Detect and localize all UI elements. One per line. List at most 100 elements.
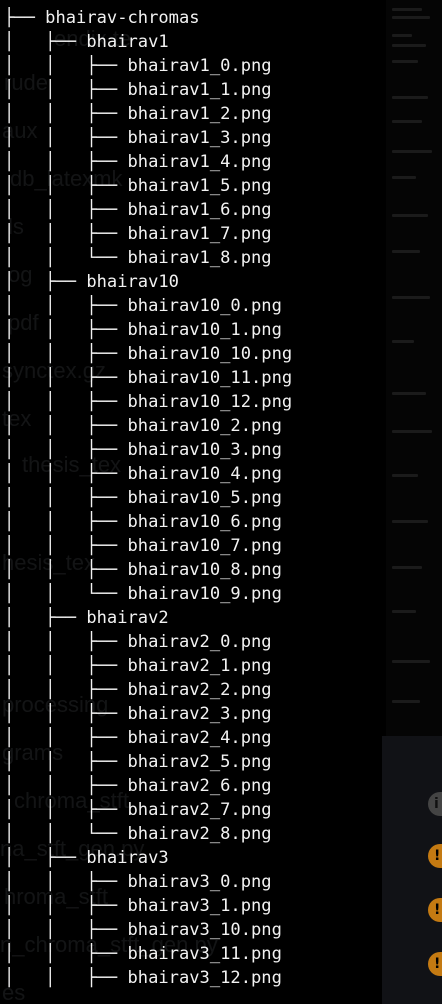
tree-line: │ │ ├── bhairav3_0.png — [4, 870, 400, 894]
tree-branch: │ │ └── — [4, 584, 128, 604]
tree-line: │ │ ├── bhairav10_3.png — [4, 438, 400, 462]
folder-name: bhairav1 — [86, 32, 169, 52]
file-name: bhairav3_0.png — [127, 872, 272, 892]
tree-branch: │ │ ├── — [4, 56, 128, 76]
tree-line: │ │ ├── bhairav2_3.png — [4, 702, 400, 726]
tree-branch: │ │ ├── — [4, 872, 128, 892]
file-name: bhairav2_3.png — [127, 704, 272, 724]
tree-branch: │ ├── — [4, 848, 87, 868]
tree-line: │ │ ├── bhairav2_7.png — [4, 798, 400, 822]
file-name: bhairav1_1.png — [127, 80, 272, 100]
file-name: bhairav10_12.png — [127, 392, 293, 412]
tree-branch: │ │ ├── — [4, 512, 128, 532]
file-name: bhairav1_3.png — [127, 128, 272, 148]
tree-branch: │ │ ├── — [4, 800, 128, 820]
tree-branch: │ │ ├── — [4, 728, 128, 748]
tree-branch: │ │ ├── — [4, 464, 128, 484]
file-name: bhairav3_11.png — [127, 944, 282, 964]
folder-name: bhairav10 — [86, 272, 179, 292]
tree-line: │ │ ├── bhairav10_0.png — [4, 294, 400, 318]
folder-name: bhairav-chromas — [45, 8, 200, 28]
file-name: bhairav1_2.png — [127, 104, 272, 124]
file-name: bhairav10_6.png — [127, 512, 282, 532]
tree-branch: ├── — [4, 8, 46, 28]
tree-branch: │ │ ├── — [4, 80, 128, 100]
tree-line: │ │ └── bhairav10_9.png — [4, 582, 400, 606]
tree-line: │ │ ├── bhairav2_5.png — [4, 750, 400, 774]
file-name: bhairav10_11.png — [127, 368, 293, 388]
tree-line: │ │ ├── bhairav10_11.png — [4, 366, 400, 390]
tree-line: │ │ ├── bhairav1_0.png — [4, 54, 400, 78]
tree-line: │ │ ├── bhairav2_6.png — [4, 774, 400, 798]
tree-line: │ │ ├── bhairav1_3.png — [4, 126, 400, 150]
tree-branch: │ │ ├── — [4, 104, 128, 124]
tree-branch: │ │ ├── — [4, 200, 128, 220]
tree-branch: │ │ └── — [4, 824, 128, 844]
tree-branch: │ │ ├── — [4, 320, 128, 340]
file-name: bhairav10_1.png — [127, 320, 282, 340]
tree-branch: │ │ ├── — [4, 632, 128, 652]
tree-line: │ │ └── bhairav1_8.png — [4, 246, 400, 270]
tree-branch: │ │ └── — [4, 248, 128, 268]
file-name: bhairav10_9.png — [127, 584, 282, 604]
tree-line: │ │ └── bhairav2_8.png — [4, 822, 400, 846]
tree-line: │ │ ├── bhairav1_2.png — [4, 102, 400, 126]
file-name: bhairav1_8.png — [127, 248, 272, 268]
file-name: bhairav10_5.png — [127, 488, 282, 508]
file-name: bhairav10_7.png — [127, 536, 282, 556]
tree-branch: │ │ ├── — [4, 224, 128, 244]
tree-branch: │ ├── — [4, 608, 87, 628]
tree-line: │ │ ├── bhairav3_1.png — [4, 894, 400, 918]
tree-branch: │ │ ├── — [4, 488, 128, 508]
tree-line: │ ├── bhairav1 — [4, 30, 400, 54]
tree-line: │ │ ├── bhairav1_1.png — [4, 78, 400, 102]
file-name: bhairav1_4.png — [127, 152, 272, 172]
tree-line: │ ├── bhairav10 — [4, 270, 400, 294]
file-name: bhairav10_0.png — [127, 296, 282, 316]
tree-line: │ │ ├── bhairav1_4.png — [4, 150, 400, 174]
tree-line: │ │ ├── bhairav2_1.png — [4, 654, 400, 678]
tree-line: │ │ ├── bhairav3_10.png — [4, 918, 400, 942]
tree-line: │ │ ├── bhairav10_2.png — [4, 414, 400, 438]
file-name: bhairav10_4.png — [127, 464, 282, 484]
tree-line: │ │ ├── bhairav3_12.png — [4, 966, 400, 990]
tree-output: ├── bhairav-chromas │ ├── bhairav1 │ │ ├──… — [0, 0, 400, 1004]
tree-branch: │ │ ├── — [4, 752, 128, 772]
tree-line: │ │ ├── bhairav3_11.png — [4, 942, 400, 966]
file-name: bhairav1_6.png — [127, 200, 272, 220]
file-name: bhairav2_1.png — [127, 656, 272, 676]
tree-line: │ │ ├── bhairav2_2.png — [4, 678, 400, 702]
folder-name: bhairav2 — [86, 608, 169, 628]
tree-line: │ │ ├── bhairav10_4.png — [4, 462, 400, 486]
tree-line: │ │ ├── bhairav10_5.png — [4, 486, 400, 510]
tree-branch: │ │ ├── — [4, 176, 128, 196]
file-name: bhairav2_0.png — [127, 632, 272, 652]
tree-line: │ │ ├── bhairav10_7.png — [4, 534, 400, 558]
tree-branch: │ │ ├── — [4, 440, 128, 460]
file-name: bhairav3_10.png — [127, 920, 282, 940]
file-name: bhairav1_7.png — [127, 224, 272, 244]
tree-branch: │ │ ├── — [4, 704, 128, 724]
file-name: bhairav1_0.png — [127, 56, 272, 76]
tree-line: │ │ ├── bhairav10_8.png — [4, 558, 400, 582]
tree-branch: │ │ ├── — [4, 344, 128, 364]
file-name: bhairav10_2.png — [127, 416, 282, 436]
tree-branch: │ │ ├── — [4, 968, 128, 988]
terminal-window: endix.te rude aux db_latexmk ls og pdf s… — [0, 0, 442, 1004]
tree-branch: │ │ ├── — [4, 656, 128, 676]
tree-line: │ ├── bhairav3 — [4, 846, 400, 870]
file-name: bhairav10_3.png — [127, 440, 282, 460]
tree-line: │ │ ├── bhairav1_5.png — [4, 174, 400, 198]
tree-line: ├── bhairav-chromas — [4, 6, 400, 30]
tree-line: │ │ ├── bhairav10_12.png — [4, 390, 400, 414]
tree-line: │ │ ├── bhairav2_0.png — [4, 630, 400, 654]
tree-branch: │ │ ├── — [4, 944, 128, 964]
file-name: bhairav2_4.png — [127, 728, 272, 748]
tree-branch: │ │ ├── — [4, 368, 128, 388]
tree-branch: │ ├── — [4, 32, 87, 52]
tree-branch: │ │ ├── — [4, 776, 128, 796]
tree-branch: │ ├── — [4, 272, 87, 292]
tree-branch: │ │ ├── — [4, 560, 128, 580]
tree-branch: │ │ ├── — [4, 392, 128, 412]
tree-branch: │ │ ├── — [4, 896, 128, 916]
